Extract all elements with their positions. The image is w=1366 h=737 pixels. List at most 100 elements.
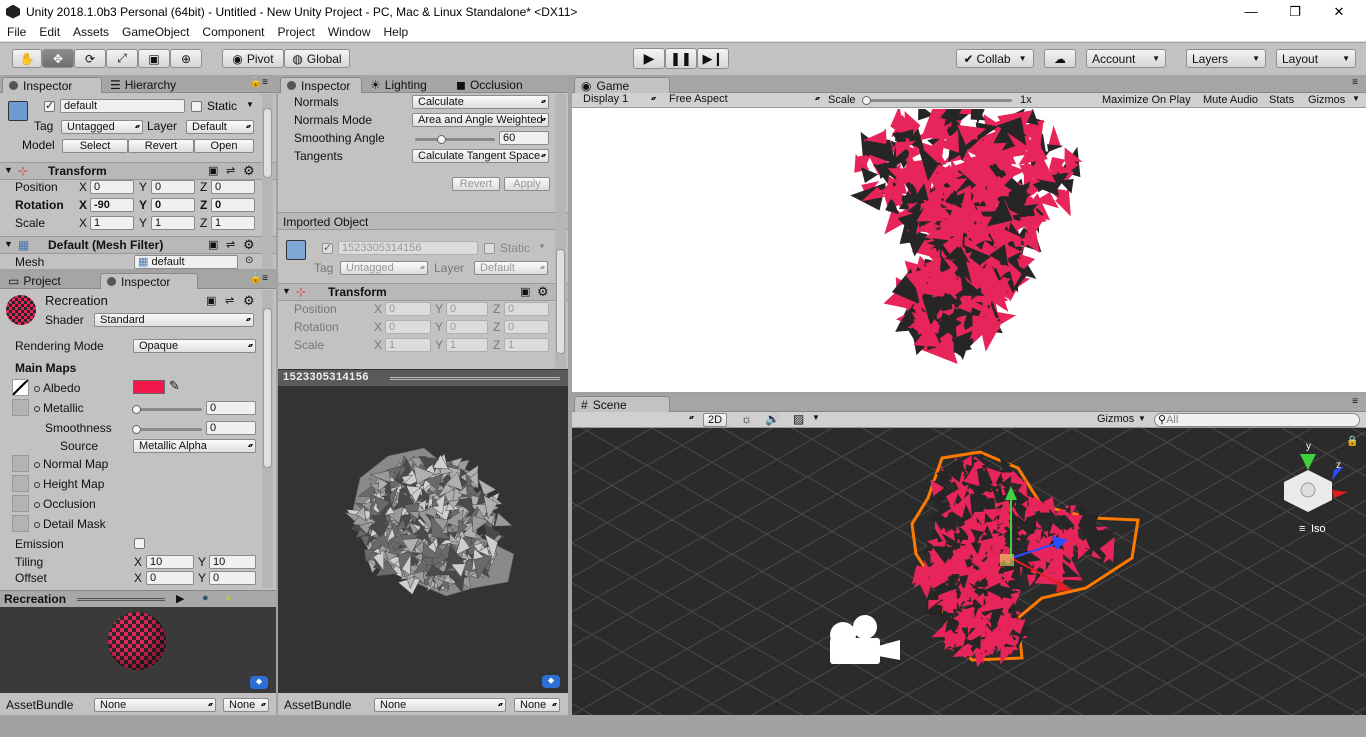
help-icon[interactable]: ▣ <box>520 285 530 298</box>
tab-inspector[interactable]: Inspector <box>2 77 102 93</box>
left-inspector-scrollbar[interactable] <box>262 94 273 269</box>
collab-dropdown[interactable]: ✔ Collab ▼ <box>956 49 1034 68</box>
import-revert-button[interactable]: Revert <box>452 177 500 191</box>
metallic-texture-slot[interactable] <box>12 399 29 416</box>
imported-tag-dropdown[interactable]: Untagged <box>340 261 428 275</box>
tab-inspector-3[interactable]: Inspector <box>280 77 362 93</box>
open-button[interactable]: Open <box>194 139 254 153</box>
transform-tool-button[interactable]: ⊕ <box>170 49 202 68</box>
menu-project[interactable]: Project <box>270 25 320 39</box>
import-assetbundle-dropdown[interactable]: None <box>374 698 506 712</box>
label-tag-icon[interactable]: ⬥ <box>250 676 268 689</box>
rotate-tool-button[interactable]: ⟳ <box>74 49 106 68</box>
albedo-texture-slot[interactable] <box>12 379 29 396</box>
active-checkbox[interactable] <box>44 99 55 112</box>
layer-dropdown[interactable]: Default <box>186 120 254 134</box>
rotation-x[interactable]: -90 <box>90 198 134 212</box>
scene-search-input[interactable]: ⚲All <box>1154 413 1360 427</box>
aspect-dropdown[interactable]: Free Aspect <box>664 93 822 107</box>
gizmos-dropdown[interactable]: Gizmos <box>1308 94 1345 106</box>
scene-lighting-icon[interactable]: ☼ <box>741 412 752 426</box>
menu-file[interactable]: File <box>0 25 32 39</box>
preset-icon[interactable]: ⇌ <box>226 238 235 251</box>
move-tool-button[interactable]: ✥ <box>42 49 74 68</box>
scale-y[interactable]: 1 <box>151 216 195 230</box>
mesh-preview-view[interactable]: ⬥ <box>278 386 568 693</box>
normals-dropdown[interactable]: Calculate <box>412 95 549 109</box>
transform-header[interactable]: ▼ ⊹ Transform ▣ ⇌ ⚙ <box>0 162 276 180</box>
help-icon[interactable]: ▣ <box>206 294 216 307</box>
object-name-field[interactable]: default <box>60 99 185 113</box>
menu-assets[interactable]: Assets <box>66 25 115 39</box>
scene-audio-icon[interactable]: 🔊 <box>765 412 780 426</box>
menu-edit[interactable]: Edit <box>32 25 66 39</box>
pause-button[interactable]: ❚❚ <box>665 48 697 69</box>
gear-icon[interactable]: ⚙ <box>243 293 255 309</box>
close-window-button[interactable]: ✕ <box>1316 0 1362 23</box>
mute-audio-toggle[interactable]: Mute Audio <box>1203 94 1258 106</box>
stats-toggle[interactable]: Stats <box>1269 94 1294 106</box>
scene-gizmos-dropdown[interactable]: Gizmos <box>1097 413 1134 425</box>
gizmo-lock-icon[interactable]: 🔒 <box>1346 435 1358 447</box>
pivot-toggle[interactable]: ◉ Pivot <box>222 49 284 68</box>
scale-tool-button[interactable]: ⤢ <box>106 49 138 68</box>
tangents-dropdown[interactable]: Calculate Tangent Space <box>412 149 549 163</box>
offset-y[interactable]: 0 <box>209 571 256 585</box>
panel-menu-icon[interactable]: ≡ <box>1352 396 1358 407</box>
offset-x[interactable]: 0 <box>146 571 194 585</box>
static-dropdown-icon[interactable]: ▼ <box>538 242 546 251</box>
drag-handle[interactable] <box>77 598 165 601</box>
smoothing-slider-handle[interactable] <box>437 135 447 144</box>
tab-lighting[interactable]: ☀ Lighting <box>364 77 448 93</box>
imported-position-z[interactable]: 0 <box>504 302 549 316</box>
height-map-dot-icon[interactable] <box>34 481 40 488</box>
tab-inspector-2[interactable]: Inspector <box>100 273 198 289</box>
mesh-preview-header[interactable]: 1523305314156 <box>278 369 568 386</box>
position-x[interactable]: 0 <box>90 180 134 194</box>
game-scale-slider-track[interactable] <box>864 99 1012 102</box>
label-tag-icon[interactable]: ⬥ <box>542 675 560 688</box>
foldout-icon[interactable]: ▼ <box>282 286 291 296</box>
scale-z[interactable]: 1 <box>211 216 255 230</box>
imported-scale-x[interactable]: 1 <box>385 338 431 352</box>
imported-rotation-x[interactable]: 0 <box>385 320 431 334</box>
preset-icon[interactable]: ⇌ <box>226 164 235 177</box>
gear-icon[interactable]: ⚙ <box>537 284 549 300</box>
panel-menu-icon[interactable]: ≡ <box>1352 77 1358 88</box>
panel-menu-icon[interactable]: 🔒≡ <box>250 77 268 88</box>
gear-icon[interactable]: ⚙ <box>243 163 255 179</box>
material-preview-view[interactable]: ⬥ <box>0 607 276 693</box>
minimize-button[interactable]: — <box>1228 0 1274 23</box>
rendering-mode-dropdown[interactable]: Opaque <box>133 339 256 353</box>
tag-dropdown[interactable]: Untagged <box>61 120 143 134</box>
height-map-slot[interactable] <box>12 475 29 492</box>
import-assetbundle-variant-dropdown[interactable]: None <box>514 698 560 712</box>
gear-icon[interactable]: ⚙ <box>243 237 255 253</box>
shading-mode-dropdown[interactable] <box>574 412 696 426</box>
menu-component[interactable]: Component <box>195 25 270 39</box>
step-button[interactable]: ▶❙ <box>697 48 729 69</box>
select-button[interactable]: Select <box>62 139 128 153</box>
tiling-y[interactable]: 10 <box>209 555 256 569</box>
position-z[interactable]: 0 <box>211 180 255 194</box>
tab-game[interactable]: ◉ Game <box>574 77 670 93</box>
assetbundle-variant-dropdown[interactable]: None <box>223 698 269 712</box>
imported-scale-z[interactable]: 1 <box>504 338 549 352</box>
foldout-icon[interactable]: ▼ <box>4 239 13 249</box>
occlusion-slot[interactable] <box>12 495 29 512</box>
albedo-color-swatch[interactable] <box>133 380 165 394</box>
mesh-field[interactable]: ▦ default <box>134 255 238 269</box>
normal-map-dot-icon[interactable] <box>34 461 40 468</box>
foldout-icon[interactable]: ▼ <box>4 165 13 175</box>
scene-gizmos-chevron-icon[interactable]: ▼ <box>1138 414 1146 423</box>
projection-label[interactable]: Iso <box>1311 523 1326 535</box>
rotation-z[interactable]: 0 <box>211 198 255 212</box>
metallic-dot-icon[interactable] <box>34 405 40 412</box>
play-button[interactable]: ▶ <box>633 48 665 69</box>
revert-button[interactable]: Revert <box>128 139 194 153</box>
imported-scale-y[interactable]: 1 <box>446 338 488 352</box>
smoothing-angle-field[interactable]: 60 <box>499 131 549 145</box>
menu-gameobject[interactable]: GameObject <box>115 25 195 39</box>
imported-layer-dropdown[interactable]: Default <box>474 261 548 275</box>
smoothness-slider-track[interactable] <box>136 428 202 431</box>
